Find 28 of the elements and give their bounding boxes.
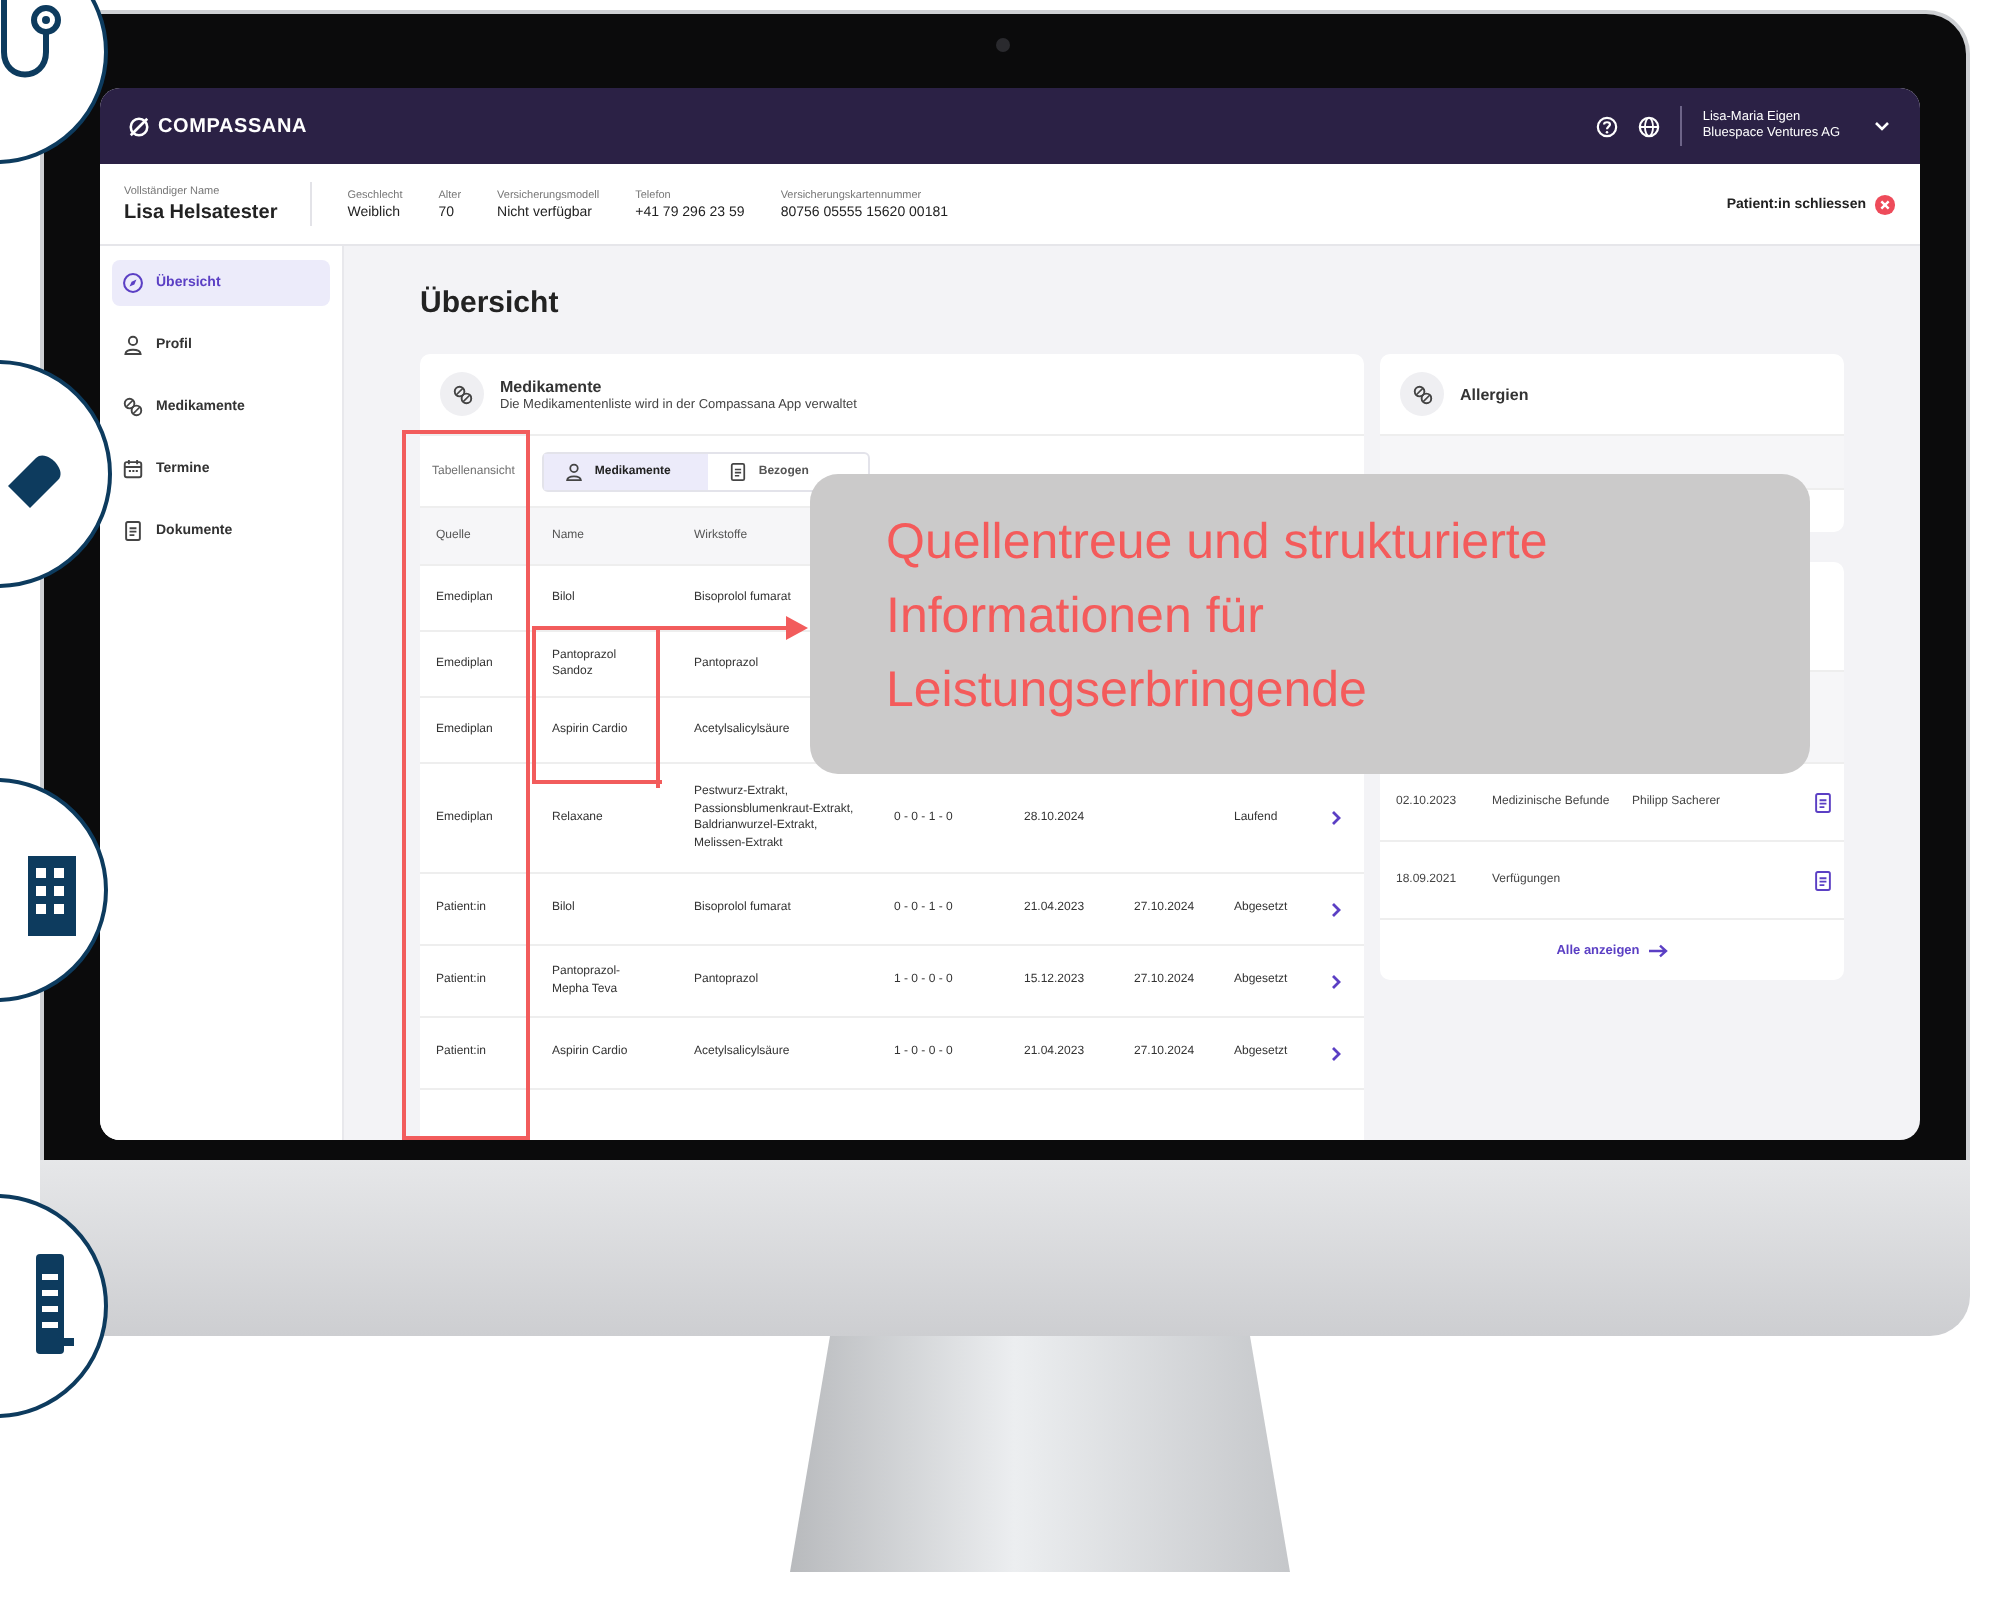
pills-icon	[451, 383, 473, 405]
field-value: Lisa Helsatester	[124, 201, 278, 223]
logo-icon	[128, 115, 150, 137]
card-title: Allergien	[1460, 385, 1529, 403]
person-icon	[564, 461, 585, 481]
camera-dot	[996, 38, 1010, 52]
arrow-right-icon	[1647, 943, 1668, 957]
help-icon[interactable]	[1596, 115, 1619, 137]
document-icon	[122, 520, 144, 542]
document-icon	[728, 461, 749, 481]
chevron-down-icon[interactable]	[1872, 116, 1892, 136]
calendar-icon	[122, 458, 144, 480]
document-icon	[1812, 791, 1834, 813]
document-icon	[1812, 869, 1834, 891]
callout-box: Quellentreue und strukturierte Informationen für Leistungserbringende	[810, 474, 1810, 774]
close-icon	[1874, 193, 1896, 215]
logo-text: COMPASSANA	[158, 115, 307, 137]
compass-icon	[122, 272, 144, 294]
chevron-right-icon[interactable]	[1328, 810, 1344, 826]
chevron-right-icon[interactable]	[1328, 973, 1344, 989]
chevron-right-icon[interactable]	[1328, 901, 1344, 917]
card-title: Medikamente	[500, 377, 604, 395]
globe-icon[interactable]	[1638, 115, 1661, 137]
page-title: Übersicht	[420, 286, 561, 320]
chevron-right-icon[interactable]	[1328, 1045, 1344, 1061]
person-icon	[122, 334, 144, 356]
pills-icon	[1411, 383, 1433, 405]
pills-icon	[122, 396, 144, 418]
